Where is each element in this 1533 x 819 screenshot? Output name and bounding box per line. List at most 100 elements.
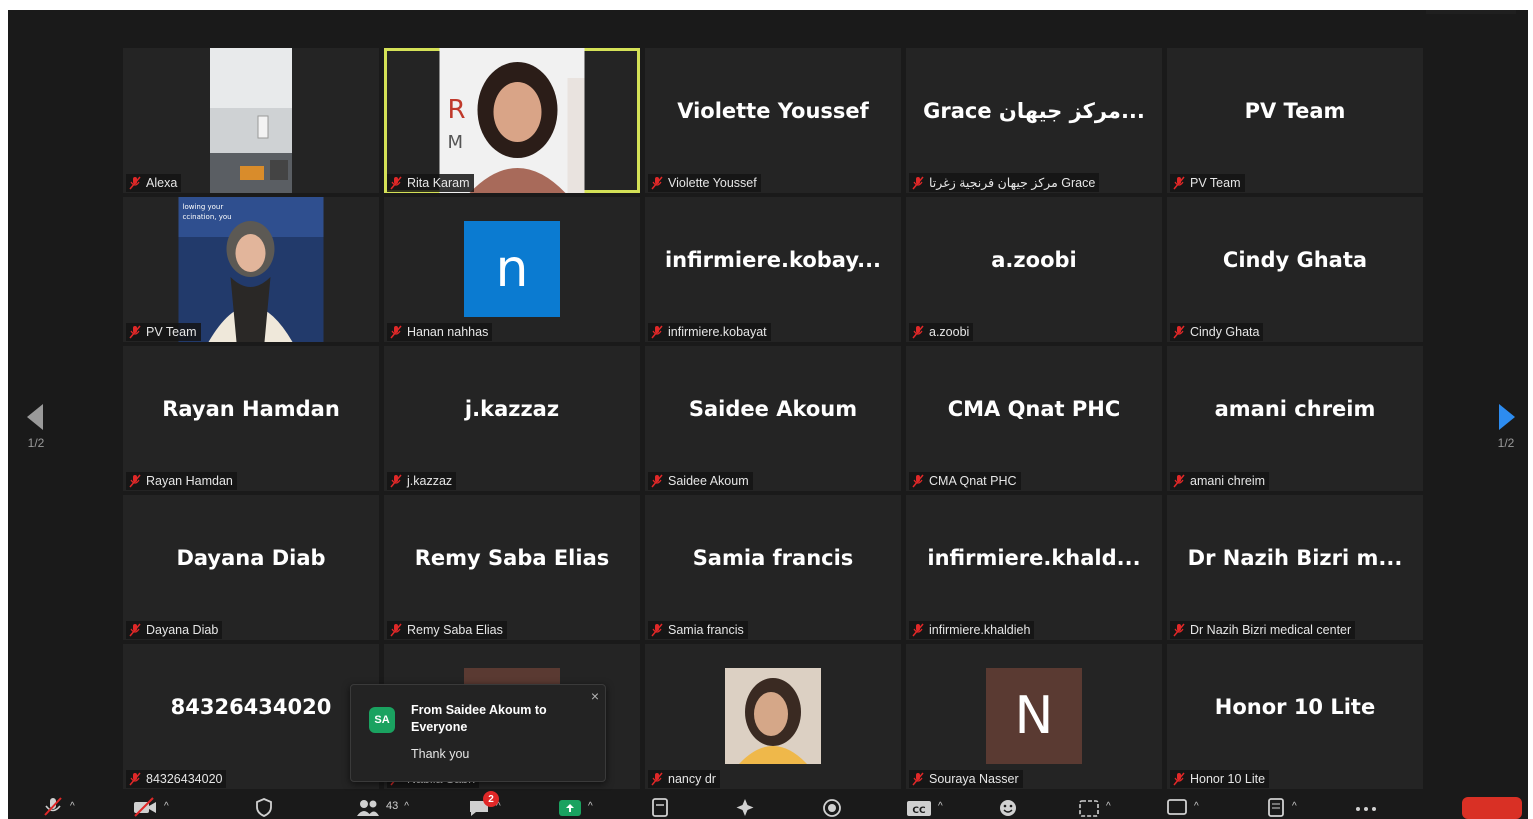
participant-tile[interactable]: n Hanan nahhas <box>384 197 640 342</box>
reactions-button[interactable] <box>998 797 1020 817</box>
participant-tile[interactable]: Remy Saba Elias Remy Saba Elias <box>384 495 640 640</box>
rooms-button[interactable]: ^ <box>1078 797 1111 817</box>
participant-tile[interactable]: Dr Nazih Bizri m... Dr Nazih Bizri medica… <box>1167 495 1423 640</box>
participant-tile[interactable]: 84326434020 84326434020 <box>123 644 379 789</box>
participant-tile[interactable]: Samia francis Samia francis <box>645 495 901 640</box>
end-meeting-button[interactable] <box>1462 797 1522 819</box>
mic-muted-icon <box>390 176 402 190</box>
svg-text:M: M <box>448 132 464 153</box>
participant-display-name: CMA Qnat PHC <box>947 396 1121 421</box>
participant-name-label: infirmiere.kobayat <box>648 323 771 341</box>
arrow-left-icon[interactable] <box>23 402 49 432</box>
participant-tile[interactable]: N Souraya Nasser <box>906 644 1162 789</box>
participant-name-label: CMA Qnat PHC <box>909 472 1021 490</box>
participant-tile[interactable]: Cindy Ghata Cindy Ghata <box>1167 197 1423 342</box>
participant-name: مركز جيهان فرنجية زغرتا Grace <box>929 176 1096 190</box>
participant-display-name: PV Team <box>1244 98 1346 123</box>
participant-name-label: a.zoobi <box>909 323 974 341</box>
summary-button[interactable]: ^ <box>1266 797 1297 817</box>
participants-count: 43 <box>386 800 399 812</box>
mic-muted-icon <box>390 474 402 488</box>
participant-display-name: Grace مركز جيهان... <box>923 98 1145 123</box>
participant-name-label: Cindy Ghata <box>1170 323 1264 341</box>
next-page-indicator: 1/2 <box>1497 436 1515 450</box>
chevron-up-icon[interactable]: ^ <box>70 801 75 812</box>
whiteboard-button[interactable]: ^ <box>1166 797 1199 817</box>
participant-tile[interactable]: j.kazzaz j.kazzaz <box>384 346 640 491</box>
mute-button[interactable]: ^ <box>42 797 75 817</box>
participant-name: Remy Saba Elias <box>407 623 503 637</box>
participant-name-label: Hanan nahhas <box>387 323 493 341</box>
participant-tile[interactable]: nancy dr <box>645 644 901 789</box>
svg-text:CC: CC <box>912 806 926 816</box>
mic-muted-icon <box>129 176 141 190</box>
participant-name: Honor 10 Lite <box>1190 772 1266 786</box>
record-icon <box>823 799 841 817</box>
svg-text:ccination, you: ccination, you <box>183 213 232 221</box>
participant-tile[interactable]: lowing your ccination, you PV Team <box>123 197 379 342</box>
notes-button[interactable] <box>650 797 670 817</box>
participant-name: Cindy Ghata <box>1190 325 1260 339</box>
mic-muted-icon <box>651 772 663 786</box>
participants-icon <box>357 800 379 816</box>
participants-button[interactable]: 43 ^ <box>356 797 409 817</box>
participant-name-label: Souraya Nasser <box>909 770 1023 788</box>
captions-button[interactable]: CC ^ <box>906 797 943 817</box>
meeting-toolbar: ^ ^ 43 ^ ^ 2 ^ CC ^ ^ ^ ^ <box>8 791 1528 819</box>
participant-display-name: a.zoobi <box>991 247 1077 272</box>
participant-tile[interactable]: amani chreim amani chreim <box>1167 346 1423 491</box>
chevron-up-icon[interactable]: ^ <box>1292 801 1297 812</box>
participant-name: Hanan nahhas <box>407 325 489 339</box>
participant-tile[interactable]: Violette Youssef Violette Youssef <box>645 48 901 193</box>
participant-tile[interactable]: Alexa <box>123 48 379 193</box>
participant-tile[interactable]: Honor 10 Lite Honor 10 Lite <box>1167 644 1423 789</box>
rooms-icon <box>1079 800 1099 817</box>
participant-avatar: N <box>986 668 1082 764</box>
mic-muted-icon <box>651 623 663 637</box>
video-button[interactable]: ^ <box>132 797 169 817</box>
close-icon[interactable]: × <box>591 688 599 704</box>
participant-tile[interactable]: Dayana Diab Dayana Diab <box>123 495 379 640</box>
participant-tile[interactable]: Rayan Hamdan Rayan Hamdan <box>123 346 379 491</box>
sender-avatar: SA <box>369 707 395 733</box>
prev-page-nav[interactable]: 1/2 <box>23 402 49 450</box>
share-screen-button[interactable]: ^ <box>558 797 593 817</box>
participant-name-label: Rita Karam <box>387 174 474 192</box>
chat-notification-message: Thank you <box>411 747 470 761</box>
security-icon <box>256 798 272 817</box>
record-button[interactable] <box>821 797 843 817</box>
participant-name: Violette Youssef <box>668 176 757 190</box>
chevron-up-icon[interactable]: ^ <box>164 801 169 812</box>
apps-button[interactable] <box>734 797 756 817</box>
participant-tile[interactable]: Saidee Akoum Saidee Akoum <box>645 346 901 491</box>
chevron-up-icon[interactable]: ^ <box>938 801 943 812</box>
chevron-up-icon[interactable]: ^ <box>1106 801 1111 812</box>
mic-muted-icon <box>390 325 402 339</box>
participant-name: a.zoobi <box>929 325 970 339</box>
chevron-up-icon[interactable]: ^ <box>588 801 593 812</box>
participant-tile[interactable]: R M Rita Karam <box>384 48 640 193</box>
apps-icon <box>736 799 754 816</box>
chat-notification-title: From Saidee Akoum to Everyone <box>411 703 547 734</box>
participant-tile[interactable]: Grace مركز جيهان... مركز جيهان فرنجية زغر… <box>906 48 1162 193</box>
mic-muted-icon <box>912 623 924 637</box>
participant-name: amani chreim <box>1190 474 1266 488</box>
chat-notification[interactable]: SA From Saidee Akoum to Everyone Thank y… <box>350 684 606 782</box>
participant-name: Rita Karam <box>407 176 470 190</box>
participant-avatar: n <box>464 221 560 317</box>
participant-tile[interactable]: CMA Qnat PHC CMA Qnat PHC <box>906 346 1162 491</box>
chevron-up-icon[interactable]: ^ <box>404 801 409 812</box>
participant-tile[interactable]: infirmiere.khald... infirmiere.khaldieh <box>906 495 1162 640</box>
more-button[interactable] <box>1354 797 1378 817</box>
next-page-nav[interactable]: 1/2 <box>1493 402 1519 450</box>
participant-tile[interactable]: PV Team PV Team <box>1167 48 1423 193</box>
chevron-up-icon[interactable]: ^ <box>1194 801 1199 812</box>
participant-display-name: infirmiere.kobay... <box>664 247 882 272</box>
security-button[interactable] <box>254 797 274 817</box>
participant-display-name: Dr Nazih Bizri m... <box>1187 545 1403 570</box>
participant-tile[interactable]: infirmiere.kobay... infirmiere.kobayat <box>645 197 901 342</box>
participant-display-name: Dayana Diab <box>176 545 326 570</box>
participant-tile[interactable]: a.zoobi a.zoobi <box>906 197 1162 342</box>
arrow-right-icon[interactable] <box>1493 402 1519 432</box>
notes-icon <box>652 798 668 817</box>
